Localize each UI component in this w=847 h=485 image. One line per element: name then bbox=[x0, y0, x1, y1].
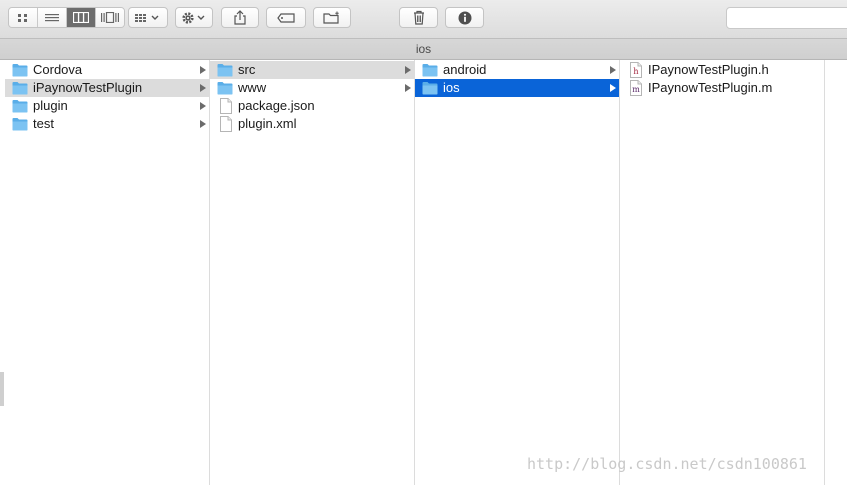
new-folder-button[interactable] bbox=[313, 7, 351, 28]
column-2: src www package.json plugin.xml bbox=[210, 60, 415, 485]
resize-handle[interactable] bbox=[0, 372, 4, 406]
disclosure-arrow-icon bbox=[405, 66, 411, 74]
item-name: Cordova bbox=[33, 62, 83, 77]
file-row[interactable]: m IPaynowTestPlugin.m bbox=[620, 79, 824, 97]
disclosure-arrow-icon bbox=[200, 66, 206, 74]
share-button[interactable] bbox=[221, 7, 259, 28]
toolbar bbox=[0, 0, 847, 38]
item-name: ios bbox=[443, 80, 460, 95]
item-name: IPaynowTestPlugin.m bbox=[648, 80, 773, 95]
column-4: h IPaynowTestPlugin.h m IPaynowTestPlugin.m bbox=[620, 60, 825, 485]
icon-view-icon bbox=[18, 13, 27, 22]
folder-icon bbox=[422, 63, 438, 77]
folder-row[interactable]: www bbox=[210, 79, 414, 97]
folder-icon bbox=[217, 63, 233, 77]
document-icon: h bbox=[629, 62, 645, 78]
file-row[interactable]: package.json bbox=[210, 97, 414, 115]
icon-view-button[interactable] bbox=[9, 8, 38, 27]
disclosure-arrow-icon bbox=[200, 102, 206, 110]
item-name: IPaynowTestPlugin.h bbox=[648, 62, 769, 77]
item-name: test bbox=[33, 116, 54, 131]
column-5-empty bbox=[825, 60, 847, 485]
column-1: Cordova iPaynowTestPlugin plugin test bbox=[5, 60, 210, 485]
document-icon bbox=[219, 98, 235, 114]
new-folder-icon bbox=[323, 11, 339, 24]
column-browser: Cordova iPaynowTestPlugin plugin test src ww… bbox=[0, 60, 847, 485]
item-name: src bbox=[238, 62, 256, 77]
disclosure-arrow-icon bbox=[200, 84, 206, 92]
folder-row[interactable]: iPaynowTestPlugin bbox=[5, 79, 209, 97]
folder-row[interactable]: Cordova bbox=[5, 61, 209, 79]
share-icon bbox=[234, 10, 246, 25]
column-view-button[interactable] bbox=[67, 8, 96, 27]
svg-text:m: m bbox=[632, 85, 640, 94]
coverflow-view-button[interactable] bbox=[96, 8, 124, 27]
list-view-icon bbox=[45, 13, 59, 21]
file-row[interactable]: plugin.xml bbox=[210, 115, 414, 133]
search-field[interactable] bbox=[726, 7, 847, 29]
list-view-button[interactable] bbox=[38, 8, 67, 27]
trash-button[interactable] bbox=[399, 7, 438, 28]
get-info-button[interactable] bbox=[445, 7, 484, 28]
watermark-url: http://blog.csdn.net/csdn100861 bbox=[527, 455, 807, 473]
info-icon bbox=[458, 11, 471, 24]
action-button[interactable] bbox=[175, 7, 213, 28]
folder-row[interactable]: src bbox=[210, 61, 414, 79]
item-name: www bbox=[238, 80, 267, 95]
folder-row[interactable]: test bbox=[5, 115, 209, 133]
view-mode-switcher bbox=[8, 7, 125, 28]
folder-icon bbox=[12, 63, 28, 77]
folder-icon bbox=[422, 81, 438, 95]
trash-icon bbox=[413, 10, 424, 25]
arrange-grid-icon bbox=[135, 13, 159, 22]
tag-icon bbox=[277, 12, 295, 23]
window-title-bar: ios bbox=[0, 38, 847, 60]
document-icon: m bbox=[629, 80, 645, 96]
item-name: android bbox=[443, 62, 487, 77]
folder-row[interactable]: plugin bbox=[5, 97, 209, 115]
file-row[interactable]: h IPaynowTestPlugin.h bbox=[620, 61, 824, 79]
arrange-button[interactable] bbox=[128, 7, 168, 28]
window-title: ios bbox=[415, 42, 432, 56]
disclosure-arrow-icon bbox=[405, 84, 411, 92]
folder-icon bbox=[12, 117, 28, 131]
coverflow-view-icon bbox=[101, 12, 119, 23]
tag-button[interactable] bbox=[266, 7, 306, 28]
disclosure-arrow-icon bbox=[200, 120, 206, 128]
gear-icon bbox=[182, 11, 205, 24]
document-icon bbox=[219, 116, 235, 132]
item-name: plugin bbox=[33, 98, 68, 113]
item-name: iPaynowTestPlugin bbox=[33, 80, 143, 95]
folder-row[interactable]: android bbox=[415, 61, 619, 79]
item-name: plugin.xml bbox=[238, 116, 297, 131]
column-3: android ios bbox=[415, 60, 620, 485]
column-view-icon bbox=[73, 12, 89, 23]
folder-icon bbox=[217, 81, 233, 95]
disclosure-arrow-icon bbox=[610, 66, 616, 74]
folder-row[interactable]: ios bbox=[415, 79, 619, 97]
folder-icon bbox=[12, 81, 28, 95]
item-name: package.json bbox=[238, 98, 315, 113]
disclosure-arrow-icon bbox=[610, 84, 616, 92]
svg-text:h: h bbox=[633, 67, 638, 76]
folder-icon bbox=[12, 99, 28, 113]
